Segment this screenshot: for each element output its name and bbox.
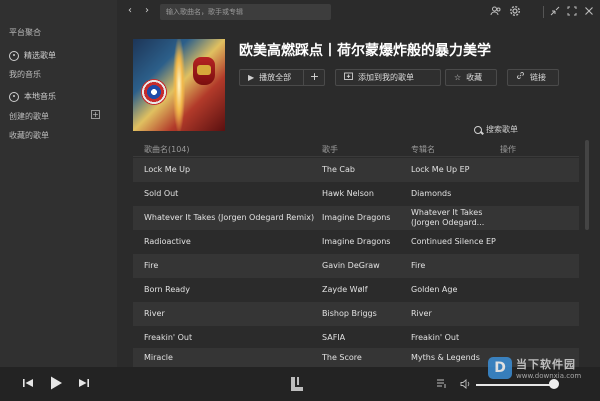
table-row[interactable]: Fire Gavin DeGraw Fire — [133, 254, 579, 278]
disc-icon — [9, 50, 19, 61]
playlist-cover-image — [133, 39, 225, 131]
mini-mode-icon[interactable] — [549, 5, 561, 17]
sidebar-item-label: 本地音乐 — [24, 92, 56, 101]
artist-name[interactable]: Hawk Nelson — [322, 189, 374, 198]
sidebar-my-music-label: 我的音乐 — [9, 70, 41, 79]
table-row[interactable]: Freakin' Out SAFIA Freakin' Out — [133, 326, 579, 350]
table-row[interactable]: River Bishop Briggs River — [133, 302, 579, 326]
next-track-icon[interactable] — [78, 377, 90, 389]
artist-name[interactable]: Imagine Dragons — [322, 237, 390, 246]
watermark: D 当下软件园 www.downxia.com — [488, 356, 581, 380]
song-title: Born Ready — [144, 285, 190, 294]
volume-icon[interactable] — [460, 379, 471, 392]
link-icon — [516, 70, 525, 85]
sidebar-item-local-music[interactable]: 本地音乐 — [9, 91, 56, 102]
back-arrow-icon[interactable]: ‹ — [125, 6, 135, 16]
favorite-button[interactable]: ☆ 收藏 — [445, 69, 497, 86]
song-title: Sold Out — [144, 189, 179, 198]
table-row[interactable]: Lock Me Up The Cab Lock Me Up EP — [133, 158, 579, 182]
table-row[interactable]: Whatever It Takes (Jorgen Odegard Remix)… — [133, 206, 579, 230]
close-icon[interactable] — [583, 5, 595, 17]
table-row[interactable]: Radioactive Imagine Dragons Continued Si… — [133, 230, 579, 254]
song-title: Radioactive — [144, 237, 191, 246]
artist-name[interactable]: Imagine Dragons — [322, 213, 390, 222]
playlist-queue-icon[interactable] — [437, 379, 447, 391]
forward-arrow-icon[interactable]: › — [142, 6, 152, 16]
album-name[interactable]: Myths & Legends — [411, 353, 480, 362]
search-icon — [474, 125, 482, 134]
favorite-label: 收藏 — [466, 73, 483, 82]
album-name[interactable]: Golden Age — [411, 285, 457, 294]
watermark-name: 当下软件园 — [516, 358, 576, 371]
add-to-my-playlist-button[interactable]: 添加到我的歌单 — [335, 69, 441, 86]
column-header-song[interactable]: 歌曲名(104) — [144, 144, 190, 155]
song-title: Whatever It Takes (Jorgen Odegard Remix) — [144, 213, 315, 222]
search-songs-label: 搜索歌单 — [486, 125, 518, 134]
gear-icon[interactable] — [509, 5, 521, 17]
sidebar-item-created-playlists[interactable]: 创建的歌单 — [9, 111, 49, 122]
album-name[interactable]: Lock Me Up EP — [411, 165, 470, 174]
playlist-title: 欧美高燃踩点丨荷尔蒙爆炸般的暴力美学 — [239, 43, 491, 59]
album-name[interactable]: Fire — [411, 261, 425, 270]
volume-slider-fill — [476, 384, 554, 386]
sidebar-platform-label: 平台聚合 — [9, 28, 41, 37]
artist-name[interactable]: Bishop Briggs — [322, 309, 377, 318]
music-app-window: 平台聚合 精选歌单 我的音乐 本地音乐 创建的歌单 + 收藏的歌单 ‹ › 输入… — [0, 0, 600, 401]
scrollbar-thumb[interactable] — [585, 140, 589, 230]
star-icon: ☆ — [454, 73, 462, 82]
sidebar-item-label: 精选歌单 — [24, 51, 56, 60]
watermark-logo-icon: D — [488, 357, 512, 379]
column-header-album[interactable]: 专辑名 — [411, 144, 435, 155]
album-name[interactable]: River — [411, 309, 432, 318]
add-to-my-playlist-label: 添加到我的歌单 — [358, 73, 414, 82]
search-input[interactable]: 输入歌曲名，歌手或专辑 — [160, 4, 331, 20]
song-title: River — [144, 309, 165, 318]
play-icon: ▶ — [248, 73, 255, 82]
song-title: Lock Me Up — [144, 165, 191, 174]
add-to-queue-button[interactable]: + — [303, 69, 325, 86]
artist-name[interactable]: The Cab — [322, 165, 355, 174]
users-icon[interactable] — [490, 5, 502, 17]
watermark-url: www.downxia.com — [516, 372, 582, 380]
play-all-label: 播放全部 — [259, 73, 292, 82]
volume-slider[interactable] — [476, 384, 558, 386]
artist-name[interactable]: SAFIA — [322, 333, 345, 342]
app-logo-icon — [290, 376, 304, 392]
play-icon[interactable] — [48, 375, 64, 391]
top-bar: ‹ › 输入歌曲名，歌手或专辑 — [117, 0, 600, 24]
search-songs-button[interactable]: 搜索歌单 — [474, 124, 518, 135]
album-name[interactable]: Diamonds — [411, 189, 451, 198]
album-name[interactable]: Freakin' Out — [411, 333, 459, 342]
disc-icon — [9, 91, 19, 102]
artist-name[interactable]: Gavin DeGraw — [322, 261, 380, 270]
table-row[interactable]: Born Ready Zayde Wølf Golden Age — [133, 278, 579, 302]
song-title: Fire — [144, 261, 159, 270]
artist-name[interactable]: Zayde Wølf — [322, 285, 368, 294]
album-name[interactable]: Continued Silence EP — [411, 237, 496, 246]
sidebar: 平台聚合 精选歌单 我的音乐 本地音乐 创建的歌单 + 收藏的歌单 — [0, 0, 117, 367]
artist-name[interactable]: The Score — [322, 353, 362, 362]
song-title: Miracle — [144, 353, 173, 362]
sidebar-item-featured[interactable]: 精选歌单 — [9, 50, 56, 61]
link-label: 链接 — [530, 73, 546, 82]
add-playlist-button[interactable]: + — [91, 110, 100, 119]
volume-slider-knob[interactable] — [548, 379, 559, 389]
divider — [543, 6, 544, 18]
song-table-header: 歌曲名(104) 歌手 专辑名 操作 — [133, 140, 579, 157]
album-name[interactable]: Whatever It Takes (Jorgen Odegard... — [411, 208, 501, 228]
folder-plus-icon — [344, 70, 353, 85]
previous-track-icon[interactable] — [22, 377, 34, 389]
column-header-artist[interactable]: 歌手 — [322, 144, 338, 155]
scrollbar[interactable] — [585, 140, 589, 365]
link-button[interactable]: 链接 — [507, 69, 559, 86]
table-row[interactable]: Sold Out Hawk Nelson Diamonds — [133, 182, 579, 206]
sidebar-item-collected-playlists[interactable]: 收藏的歌单 — [9, 130, 49, 141]
fullscreen-icon[interactable] — [566, 5, 578, 17]
song-title: Freakin' Out — [144, 333, 193, 342]
column-header-action: 操作 — [500, 145, 516, 154]
